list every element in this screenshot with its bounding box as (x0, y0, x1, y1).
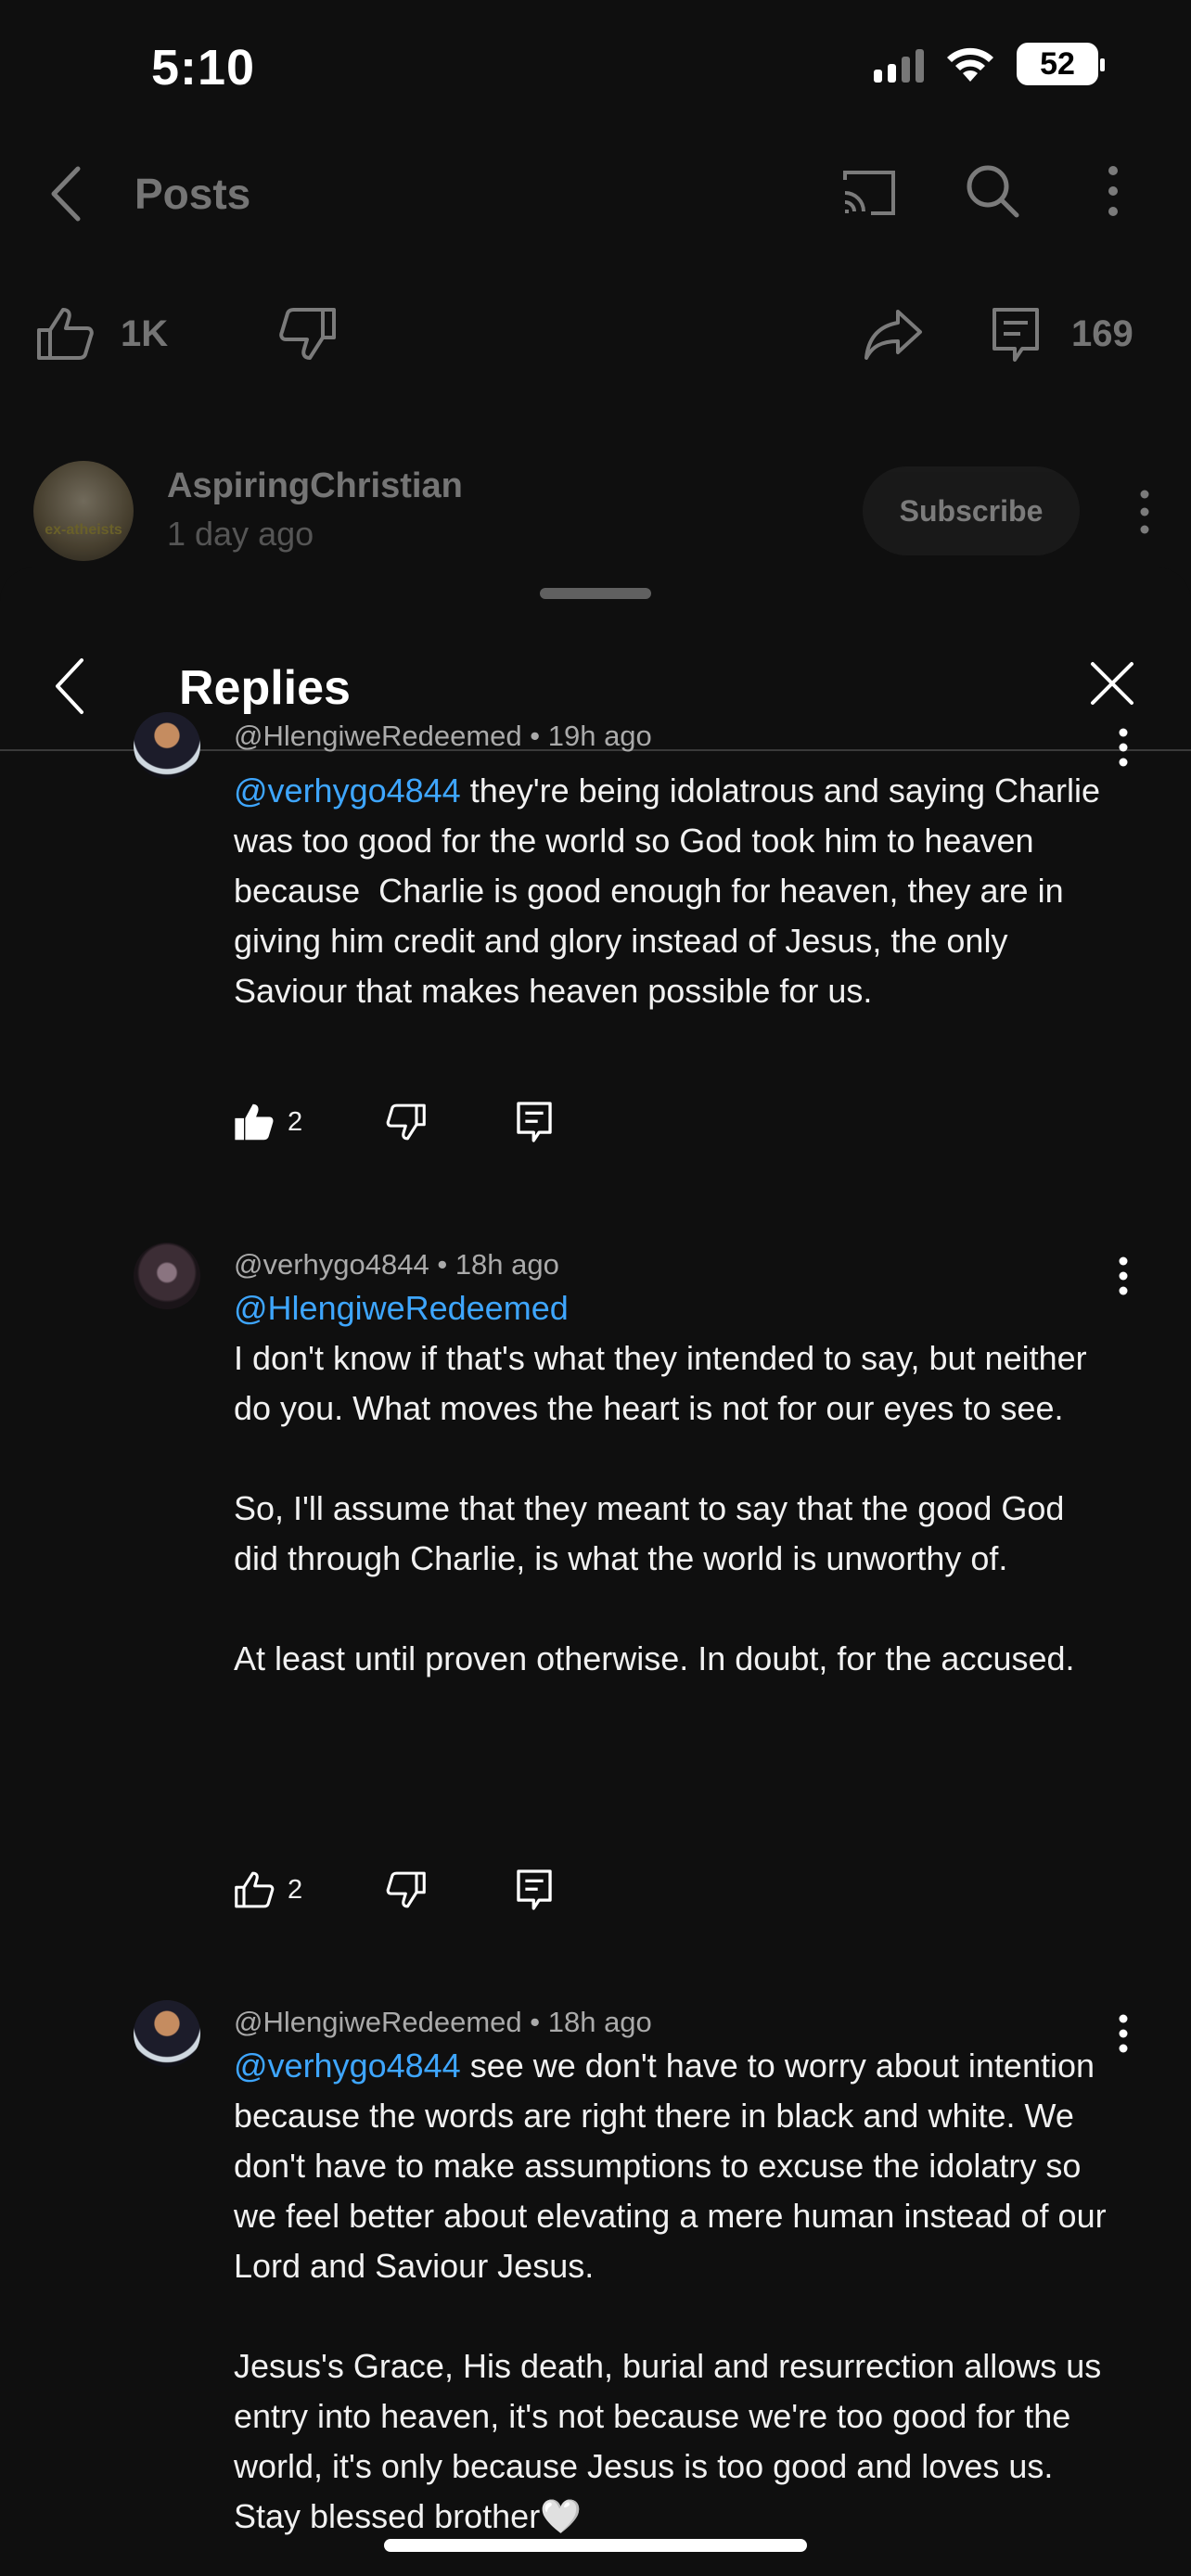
top-app-bar: Posts (0, 148, 1191, 241)
reply-time: 18h ago (547, 2006, 652, 2038)
channel-row: ex-atheists AspiringChristian 1 day ago … (0, 459, 1191, 570)
reply-mention[interactable]: @verhygo4844 (234, 772, 461, 810)
dislike-icon[interactable] (386, 1870, 427, 1909)
reply-meta: @HlengiweRedeemed • 18h ago (234, 2006, 652, 2038)
replies-sheet: Replies @HlengiweRedeemed • 19h ago @ver… (0, 567, 1191, 2576)
like-icon[interactable] (35, 306, 95, 362)
cast-icon[interactable] (839, 167, 899, 219)
like-count: 2 (288, 1106, 303, 1137)
post-action-bar: 1K 169 (0, 297, 1191, 371)
reply-text: @verhygo4844 they're being idolatrous an… (234, 772, 1110, 1010)
avatar[interactable] (134, 2000, 200, 2067)
reply-mention[interactable]: @HlengiweRedeemed (234, 1289, 569, 1327)
reply-time: 18h ago (455, 1248, 559, 1281)
reply-more-icon[interactable] (1111, 727, 1135, 768)
cellular-signal-icon (874, 45, 924, 83)
share-icon[interactable] (863, 308, 924, 360)
reply-icon[interactable] (516, 1868, 553, 1911)
status-time: 5:10 (151, 40, 256, 96)
avatar[interactable] (134, 712, 200, 779)
comment-count[interactable]: 169 (1071, 313, 1133, 355)
status-indicators: 52 (874, 43, 1105, 85)
background-page: 5:10 52 Posts 1K 169 ex-atheists Aspirin… (0, 0, 1191, 593)
reply-icon[interactable] (516, 1101, 553, 1143)
like-filled-icon[interactable] (234, 1103, 275, 1141)
channel-name[interactable]: AspiringChristian (167, 466, 463, 506)
reply-author[interactable]: @HlengiweRedeemed (234, 2006, 522, 2038)
comments-icon[interactable] (991, 306, 1041, 363)
like-count: 1K (121, 313, 169, 354)
reply-actions: 2 (234, 1096, 553, 1148)
channel-more-icon[interactable] (1133, 487, 1156, 537)
channel-avatar[interactable]: ex-atheists (33, 461, 134, 561)
dislike-icon[interactable] (278, 306, 338, 362)
like-count: 2 (288, 1874, 303, 1905)
like-icon[interactable] (234, 1870, 275, 1909)
avatar[interactable] (134, 1243, 200, 1309)
battery-level: 52 (1040, 45, 1075, 82)
close-icon[interactable] (1089, 660, 1135, 707)
reply-meta: @HlengiweRedeemed • 19h ago (234, 720, 652, 752)
search-icon[interactable] (963, 161, 1022, 221)
back-arrow-icon[interactable] (52, 657, 89, 716)
reply-text: @HlengiweRedeemed I don't know if that's … (234, 1289, 1087, 1677)
sheet-grabber[interactable] (540, 588, 651, 599)
sheet-title: Replies (179, 661, 351, 715)
home-indicator[interactable] (384, 2539, 807, 2552)
reply-time: 19h ago (547, 720, 652, 752)
post-time: 1 day ago (167, 515, 314, 553)
back-arrow-icon[interactable] (43, 161, 89, 226)
reply-text: @verhygo4844 see we don't have to worry … (234, 2047, 1107, 2535)
reply-author[interactable]: @verhygo4844 (234, 1248, 429, 1281)
page-title: Posts (134, 170, 251, 218)
avatar-caption: ex-atheists (45, 522, 122, 538)
subscribe-button[interactable]: Subscribe (863, 466, 1080, 555)
battery-icon: 52 (1017, 43, 1105, 85)
reply-actions: 2 (234, 1864, 553, 1916)
wifi-icon (947, 47, 993, 82)
reply-mention[interactable]: @verhygo4844 (234, 2047, 461, 2085)
reply-meta: @verhygo4844 • 18h ago (234, 1248, 559, 1281)
more-options-icon[interactable] (1099, 161, 1127, 221)
reply-author[interactable]: @HlengiweRedeemed (234, 720, 522, 752)
dislike-icon[interactable] (386, 1103, 427, 1141)
